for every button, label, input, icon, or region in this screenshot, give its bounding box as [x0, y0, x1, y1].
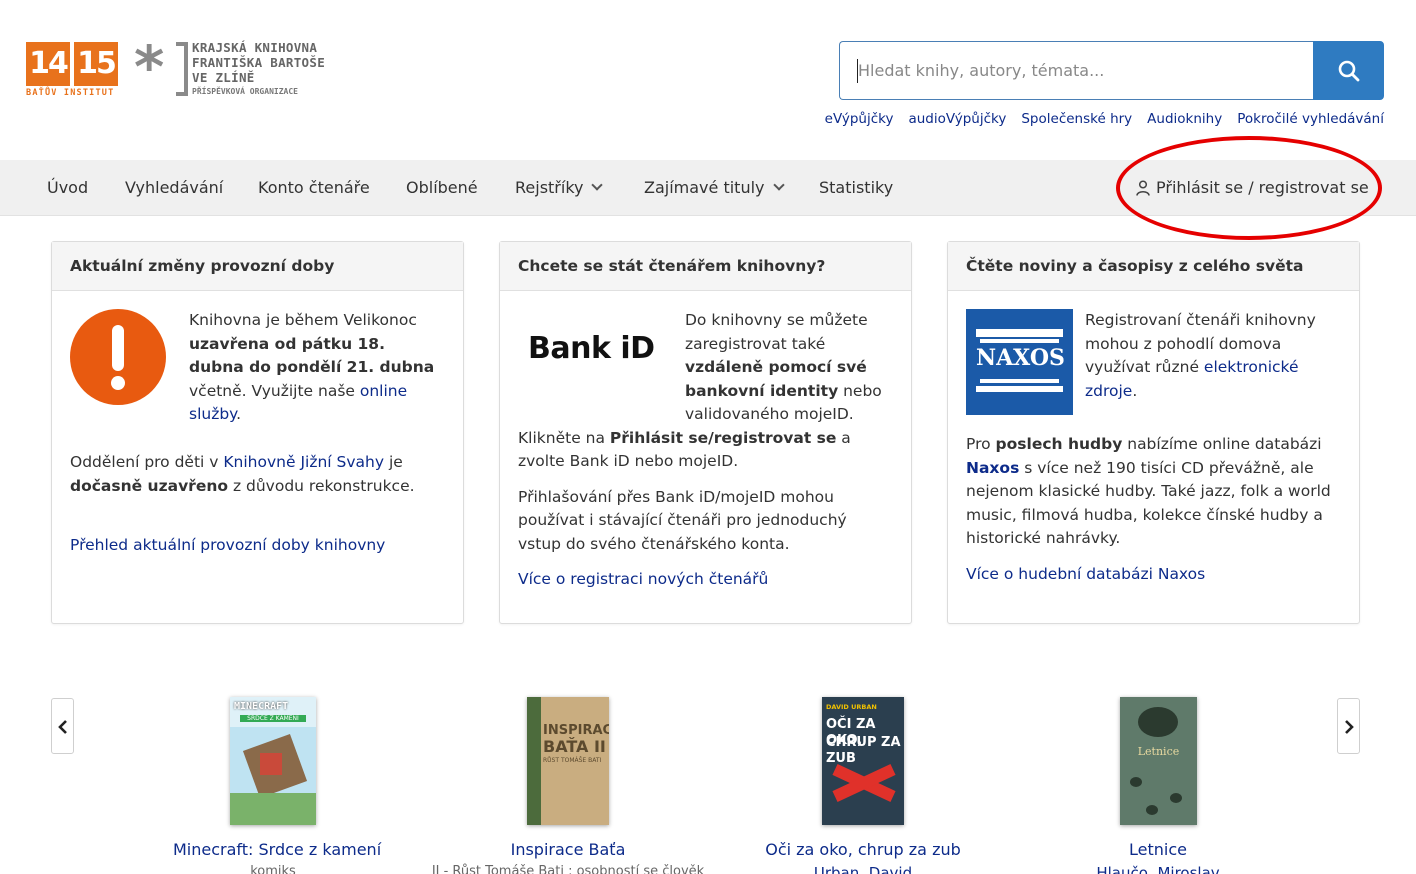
text-caret [857, 59, 858, 83]
nav-item-uvod[interactable]: Úvod [47, 160, 88, 216]
nav-item-vyhledavani[interactable]: Vyhledávání [125, 160, 223, 216]
bracket-shape [176, 42, 188, 96]
card-body: Knihovna je během Velikonoc uzavřena od … [52, 291, 463, 554]
card-body: NAXOS Registrovaní čtenáři knihovny moho… [948, 291, 1359, 604]
site-header: 14 15 BAŤŮV INSTITUT * KRAJSKÁ KNIHOVNA … [0, 0, 1416, 160]
card-paragraph: Pro poslech hudby nabízíme online databá… [966, 435, 1331, 547]
book-author-link[interactable]: Urban, David [763, 864, 963, 874]
nav-item-label: Vyhledávání [125, 178, 224, 197]
naxos-link[interactable]: Naxos [966, 459, 1019, 477]
naxos-logo[interactable]: NAXOS [966, 309, 1073, 415]
book-cover-minecraft[interactable]: MINECRAFT SRDCE Z KAMENÍ [230, 697, 316, 825]
logo-1415-subtitle: BAŤŮV INSTITUT [26, 88, 115, 98]
bankid-logo: Bank iD [528, 331, 655, 366]
nav-item-label: Úvod [47, 178, 89, 197]
search-bar [839, 41, 1384, 100]
jizni-svahy-link[interactable]: Knihovně Jižní Svahy [223, 453, 384, 471]
nav-item-label: Oblíbené [406, 178, 478, 197]
quick-links: eVýpůjčky audioVýpůjčky Společenské hry … [825, 111, 1384, 127]
naxos-info-link[interactable]: Více o hudební databázi Naxos [966, 563, 1341, 587]
book-subtitle: komiks [250, 864, 296, 874]
library-logo-text: KRAJSKÁ KNIHOVNA FRANTIŠKA BARTOŠE VE ZL… [192, 40, 326, 85]
registration-info-link[interactable]: Více o registraci nových čtenářů [518, 568, 893, 592]
book-title[interactable]: Letnice [1058, 840, 1258, 859]
nav-item-label: Statistiky [819, 178, 894, 197]
card-body: Bank iD Do knihovny se můžete zaregistro… [500, 291, 911, 610]
login-register-link[interactable]: Přihlásit se / registrovat se [1136, 160, 1369, 216]
book-subtitle: II - Růst Tomáše Bati : osobností se člo… [431, 864, 705, 874]
card-title: Aktuální změny provozní doby [52, 242, 463, 291]
search-icon [1338, 60, 1360, 82]
quicklink-spolecenske-hry[interactable]: Společenské hry [1021, 111, 1132, 127]
card-paragraph: Oddělení pro děti v Knihovně Jižní Svahy… [70, 453, 415, 495]
chevron-down-icon [591, 179, 604, 191]
book-title[interactable]: Inspirace Baťa [468, 840, 668, 859]
card-paragraph: Knihovna je během Velikonoc uzavřena od … [189, 311, 435, 423]
quicklink-audiovypujcky[interactable]: audioVýpůjčky [908, 111, 1006, 127]
search-button[interactable] [1313, 41, 1384, 100]
nav-item-oblibene[interactable]: Oblíbené [406, 160, 478, 216]
asterisk-icon: * [134, 33, 165, 101]
exclamation-icon [70, 309, 166, 405]
nav-item-konto[interactable]: Konto čtenáře [258, 160, 370, 216]
quicklink-evypujcky[interactable]: eVýpůjčky [825, 111, 894, 127]
book-cover-inspirace-bata[interactable]: INSPIRACE BAŤA II RŮST TOMÁŠE BATI [527, 697, 609, 825]
book-title[interactable]: Minecraft: Srdce z kamení [173, 840, 381, 859]
quicklink-advanced-search[interactable]: Pokročilé vyhledávání [1237, 111, 1384, 127]
card-title: Chcete se stát čtenářem knihovny? [500, 242, 911, 291]
book-author-link[interactable]: Hlaučo, Miroslav [1058, 864, 1258, 874]
quicklink-audioknihy[interactable]: Audioknihy [1147, 111, 1222, 127]
card-paragraph: Do knihovny se můžete zaregistrovat také… [685, 311, 882, 423]
naxos-logo-text: NAXOS [976, 345, 1065, 371]
chevron-right-icon [1345, 720, 1354, 734]
nav-item-zajimave-tituly[interactable]: Zajímavé tituly [644, 160, 785, 216]
card-title: Čtěte noviny a časopisy z celého světa [948, 242, 1359, 291]
card-paragraph: Klikněte na Přihlásit se/registrovat se … [518, 428, 851, 471]
book-cover-oci-za-oko[interactable]: DAVID URBAN OČI ZA OKO, CHRUP ZA ZUB [822, 697, 904, 825]
logo-1415-right: 15 [74, 42, 118, 86]
book-title[interactable]: Oči za oko, chrup za zub [763, 840, 963, 859]
card-opening-hours: Aktuální změny provozní doby Knihovna je… [51, 241, 464, 624]
card-naxos: Čtěte noviny a časopisy z celého světa N… [947, 241, 1360, 624]
search-input[interactable] [839, 41, 1314, 100]
opening-hours-link[interactable]: Přehled aktuální provozní doby knihovny [70, 534, 445, 558]
nav-item-rejstriky[interactable]: Rejstříky [515, 160, 604, 216]
chevron-down-icon [772, 179, 785, 191]
user-icon [1136, 180, 1150, 196]
book-cover-letnice[interactable]: Letnice [1120, 697, 1197, 825]
nav-item-statistiky[interactable]: Statistiky [819, 160, 893, 216]
library-logo-subtitle: PŘÍSPĚVKOVÁ ORGANIZACE [192, 87, 298, 96]
chevron-left-icon [58, 720, 67, 734]
card-paragraph: Přihlašování přes Bank iD/mojeID mohou p… [518, 487, 847, 553]
carousel-prev-button[interactable] [51, 698, 74, 754]
nav-item-label: Konto čtenáře [258, 178, 370, 197]
main-nav: Úvod Vyhledávání Konto čtenáře Oblíbené … [0, 160, 1416, 216]
logo-1415-left: 14 [26, 42, 70, 86]
library-logo[interactable]: * KRAJSKÁ KNIHOVNA FRANTIŠKA BARTOŠE VE … [134, 33, 334, 101]
nav-item-label: Zajímavé tituly [644, 178, 765, 197]
logo-1415[interactable]: 14 15 BAŤŮV INSTITUT [26, 42, 118, 98]
card-become-reader: Chcete se stát čtenářem knihovny? Bank i… [499, 241, 912, 624]
login-label: Přihlásit se / registrovat se [1156, 178, 1369, 197]
card-paragraph: Registrovaní čtenáři knihovny mohou z po… [1085, 311, 1316, 400]
carousel-next-button[interactable] [1337, 698, 1360, 754]
nav-item-label: Rejstříky [515, 178, 584, 197]
